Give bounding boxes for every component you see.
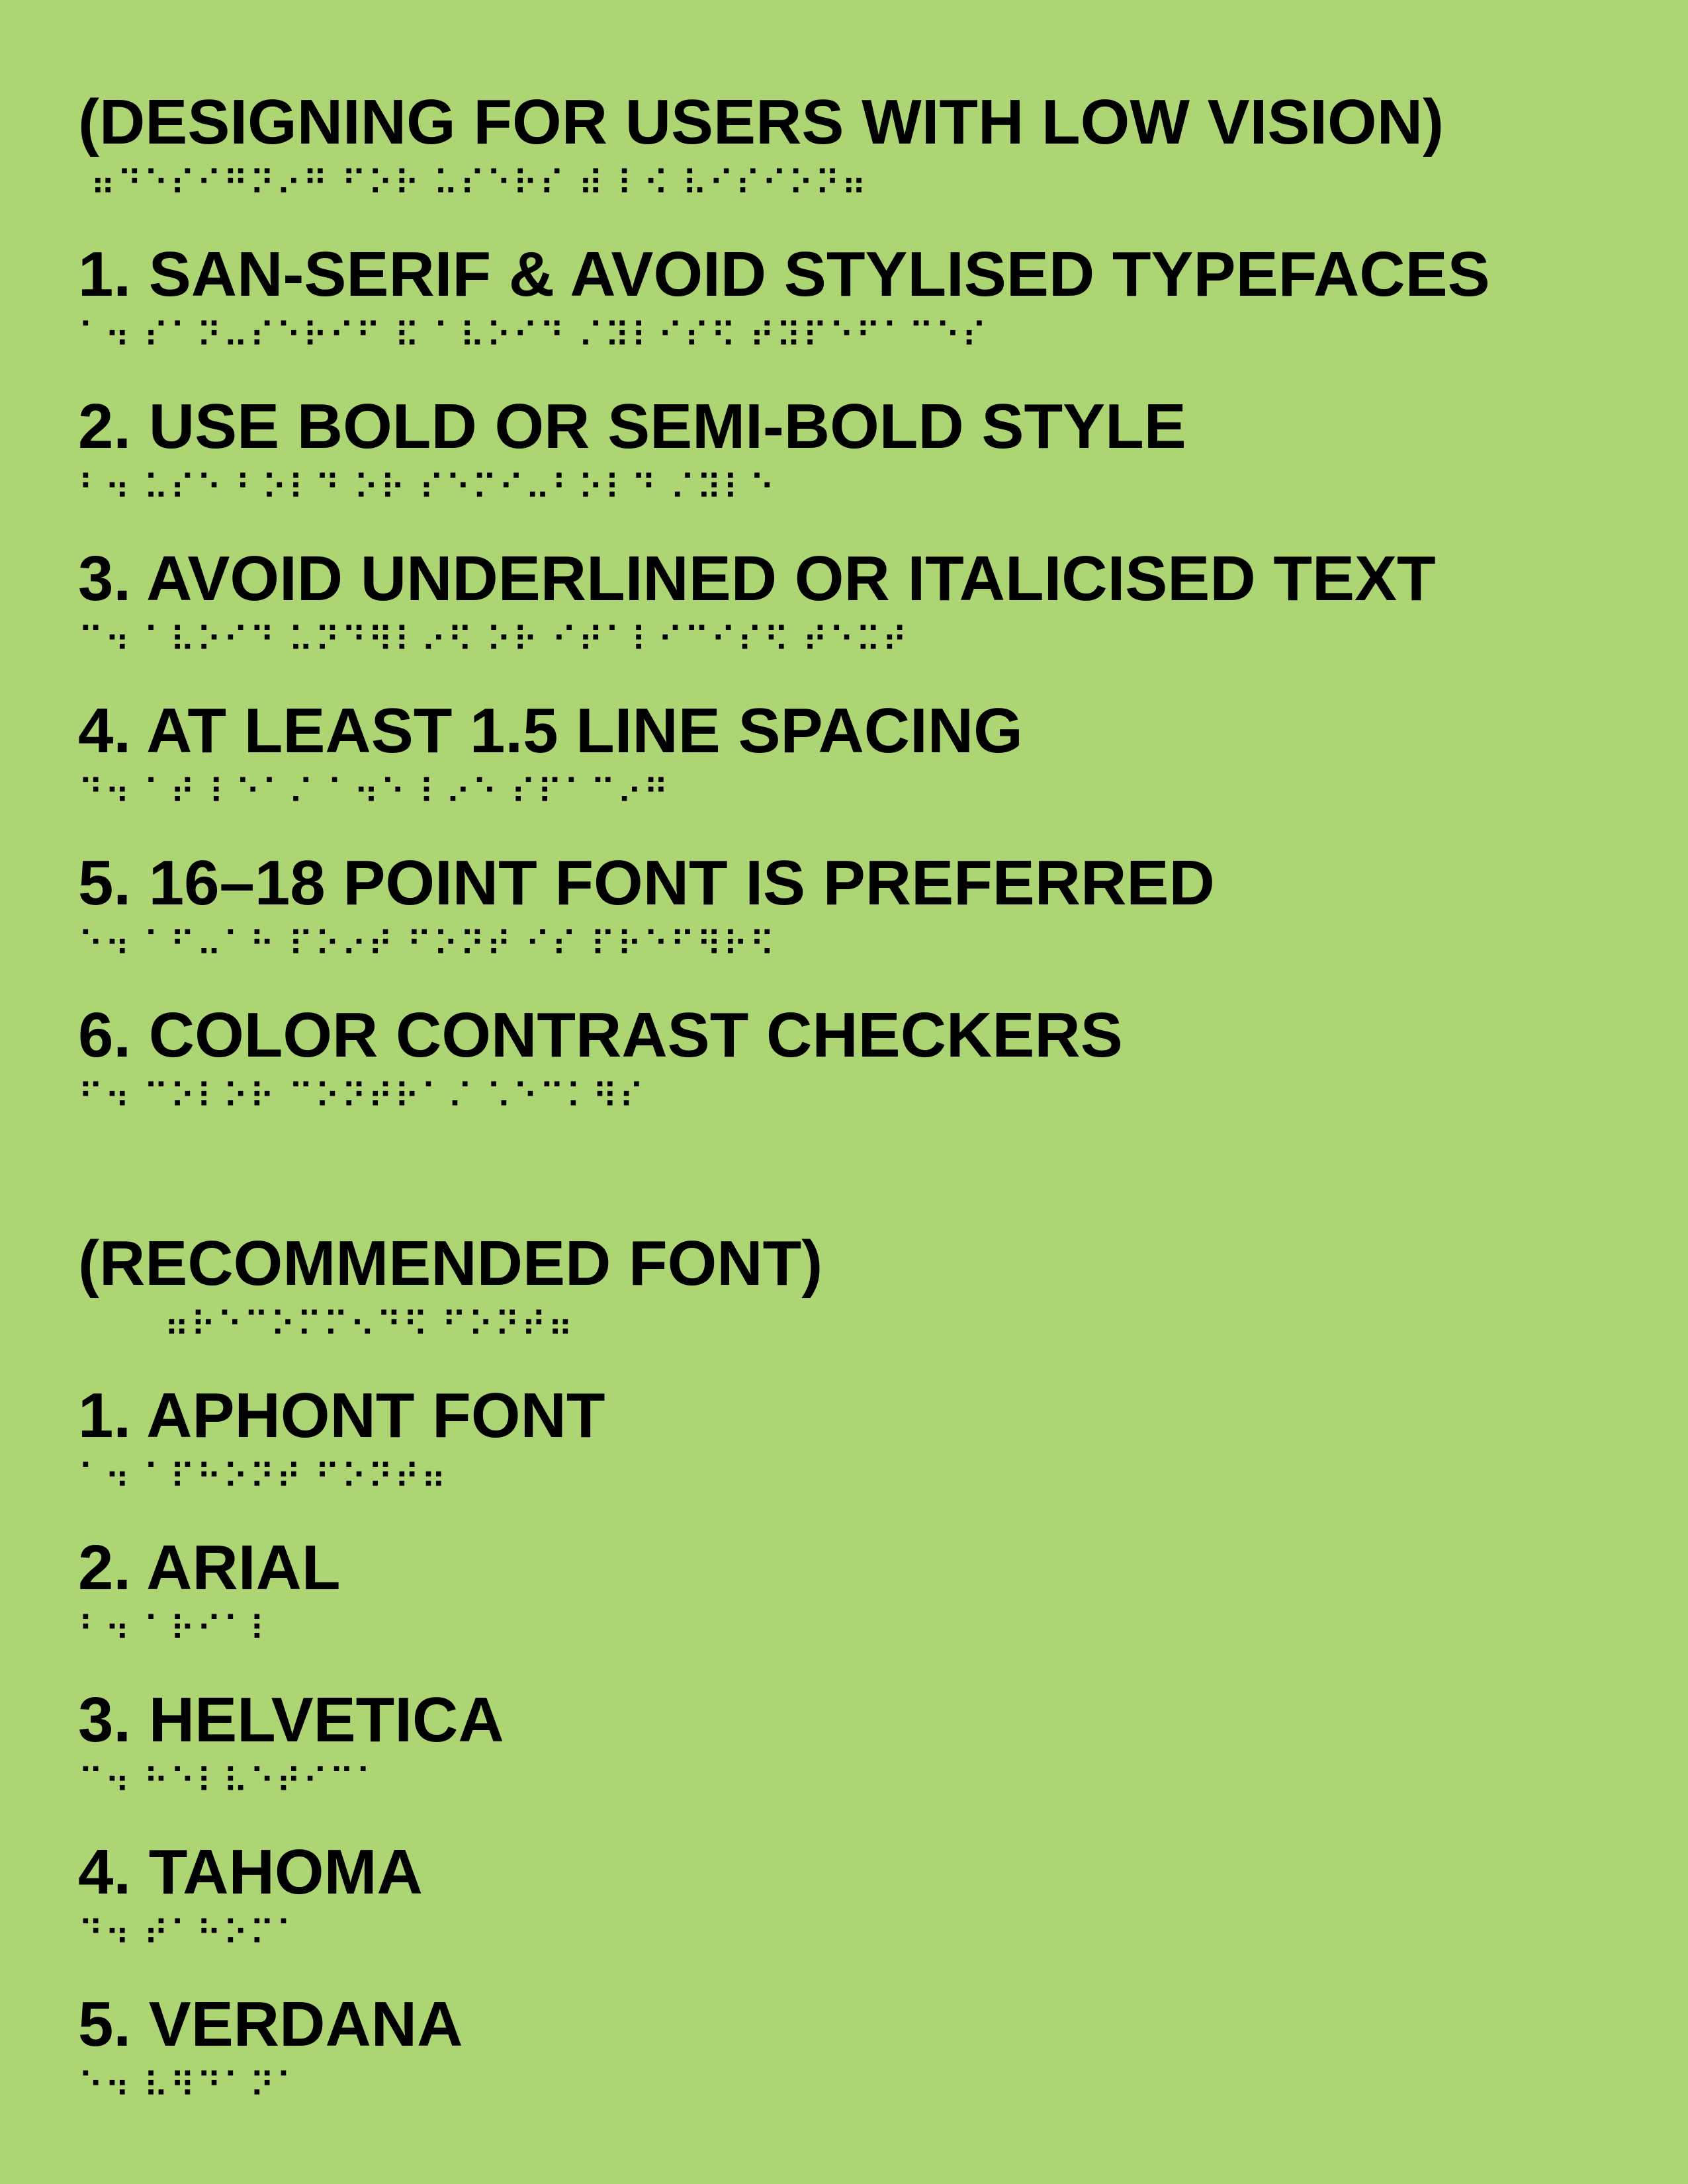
- section2-heading-text: (RECOMMENDED FONT): [78, 1228, 823, 1299]
- item-braille: ⠃⠲ ⠁⠗⠊⠁⠇: [78, 1610, 277, 1649]
- item-text: 5. 16–18 POINT FONT IS PREFERRED: [78, 848, 1215, 918]
- item-braille: ⠁⠲ ⠎⠁⠝⠤⠎⠑⠗⠊⠋ ⠯ ⠁⠧⠕⠊⠙ ⠌⠽⠇⠊⠎⠫ ⠞⠽⠏⠑⠋⠁⠉⠑⠎: [78, 316, 989, 356]
- item-braille: ⠃⠲ ⠥⠎⠑ ⠃⠕⠇⠙ ⠕⠗ ⠎⠑⠍⠊⠤⠃⠕⠇⠙ ⠌⠽⠇⠑: [78, 468, 776, 508]
- item-text: 1. SAN-SERIF & AVOID STYLISED TYPEFACES: [78, 239, 1490, 310]
- section2-item-2: 2. ARIAL ⠃⠲ ⠁⠗⠊⠁⠇: [78, 1532, 1653, 1649]
- section2-item-5: 5. VERDANA ⠑⠲ ⠧⠻⠙⠁⠝⠁: [78, 1988, 1653, 2106]
- section2-item-4: 4. TAHOMA ⠙⠲ ⠞⠁⠓⠕⠍⠁: [78, 1836, 1653, 1954]
- item-text: 5. VERDANA: [78, 1989, 463, 2060]
- section2-heading-braille: ⠶⠗⠑⠉⠕⠍⠍⠢⠙⠫ ⠋⠕⠝⠞⠶: [164, 1305, 574, 1345]
- item-braille: ⠑⠲ ⠁⠋⠤⠁⠓ ⠏⠕⠔⠞ ⠋⠕⠝⠞ ⠊⠎ ⠏⠗⠑⠋⠻⠗⠫: [78, 925, 776, 965]
- section2-heading: (RECOMMENDED FONT) ⠶⠗⠑⠉⠕⠍⠍⠢⠙⠫ ⠋⠕⠝⠞⠶: [78, 1227, 1653, 1345]
- section1-item-1: 1. SAN-SERIF & AVOID STYLISED TYPEFACES …: [78, 238, 1653, 356]
- item-braille: ⠁⠲ ⠁⠏⠓⠕⠝⠞ ⠋⠕⠝⠞⠶: [78, 1458, 448, 1497]
- item-braille: ⠙⠲ ⠞⠁⠓⠕⠍⠁: [78, 1914, 303, 1954]
- item-braille: ⠑⠲ ⠧⠻⠙⠁⠝⠁: [78, 2066, 303, 2106]
- section2-item-1: 1. APHONT FONT ⠁⠲ ⠁⠏⠓⠕⠝⠞ ⠋⠕⠝⠞⠶: [78, 1379, 1653, 1497]
- item-braille: ⠙⠲ ⠁⠞ ⠇⠑⠁⠌ ⠁⠲⠑ ⠇⠔⠑ ⠎⠏⠁⠉⠔⠛: [78, 773, 670, 812]
- section1-heading-braille: ⠶⠙⠑⠎⠊⠛⠝⠔⠛ ⠋⠕⠗ ⠥⠎⠑⠗⠎ ⠾ ⠇⠪ ⠧⠊⠎⠊⠕⠝⠶: [78, 164, 868, 204]
- section1-item-5: 5. 16–18 POINT FONT IS PREFERRED ⠑⠲ ⠁⠋⠤⠁…: [78, 847, 1653, 965]
- item-text: 4. AT LEAST 1.5 LINE SPACING: [78, 695, 1023, 766]
- section1-heading: (DESIGNING FOR USERS WITH LOW VISION) ⠶⠙…: [78, 86, 1653, 204]
- section1-item-6: 6. COLOR CONTRAST CHECKERS ⠋⠲ ⠉⠕⠇⠕⠗ ⠉⠕⠝⠞…: [78, 999, 1653, 1117]
- item-text: 2. USE BOLD OR SEMI-BOLD STYLE: [78, 391, 1186, 462]
- section1-item-2: 2. USE BOLD OR SEMI-BOLD STYLE ⠃⠲ ⠥⠎⠑ ⠃⠕…: [78, 390, 1653, 508]
- section2-item-3: 3. HELVETICA ⠉⠲ ⠓⠑⠇⠧⠑⠞⠊⠉⠁: [78, 1684, 1653, 1802]
- section1-item-4: 4. AT LEAST 1.5 LINE SPACING ⠙⠲ ⠁⠞ ⠇⠑⠁⠌ …: [78, 695, 1653, 812]
- item-text: 3. AVOID UNDERLINED OR ITALICISED TEXT: [78, 543, 1436, 614]
- item-text: 3. HELVETICA: [78, 1684, 504, 1755]
- item-text: 6. COLOR CONTRAST CHECKERS: [78, 1000, 1123, 1070]
- item-braille: ⠋⠲ ⠉⠕⠇⠕⠗ ⠉⠕⠝⠞⠗⠁⠌ ⠡⠑⠉⠅⠻⠎: [78, 1077, 646, 1117]
- item-text: 1. APHONT FONT: [78, 1380, 605, 1451]
- section1-item-3: 3. AVOID UNDERLINED OR ITALICISED TEXT ⠉…: [78, 543, 1653, 660]
- section1-heading-text: (DESIGNING FOR USERS WITH LOW VISION): [78, 87, 1444, 157]
- item-braille: ⠉⠲ ⠓⠑⠇⠧⠑⠞⠊⠉⠁: [78, 1762, 382, 1802]
- braille-signage-sheet: (DESIGNING FOR USERS WITH LOW VISION) ⠶⠙…: [0, 0, 1688, 2184]
- item-text: 2. ARIAL: [78, 1532, 341, 1603]
- item-braille: ⠉⠲ ⠁⠧⠕⠊⠙ ⠥⠝⠙⠻⠇⠔⠫ ⠕⠗ ⠊⠞⠁⠇⠊⠉⠊⠎⠫ ⠞⠑⠭⠞: [78, 621, 909, 660]
- item-text: 4. TAHOMA: [78, 1837, 423, 1907]
